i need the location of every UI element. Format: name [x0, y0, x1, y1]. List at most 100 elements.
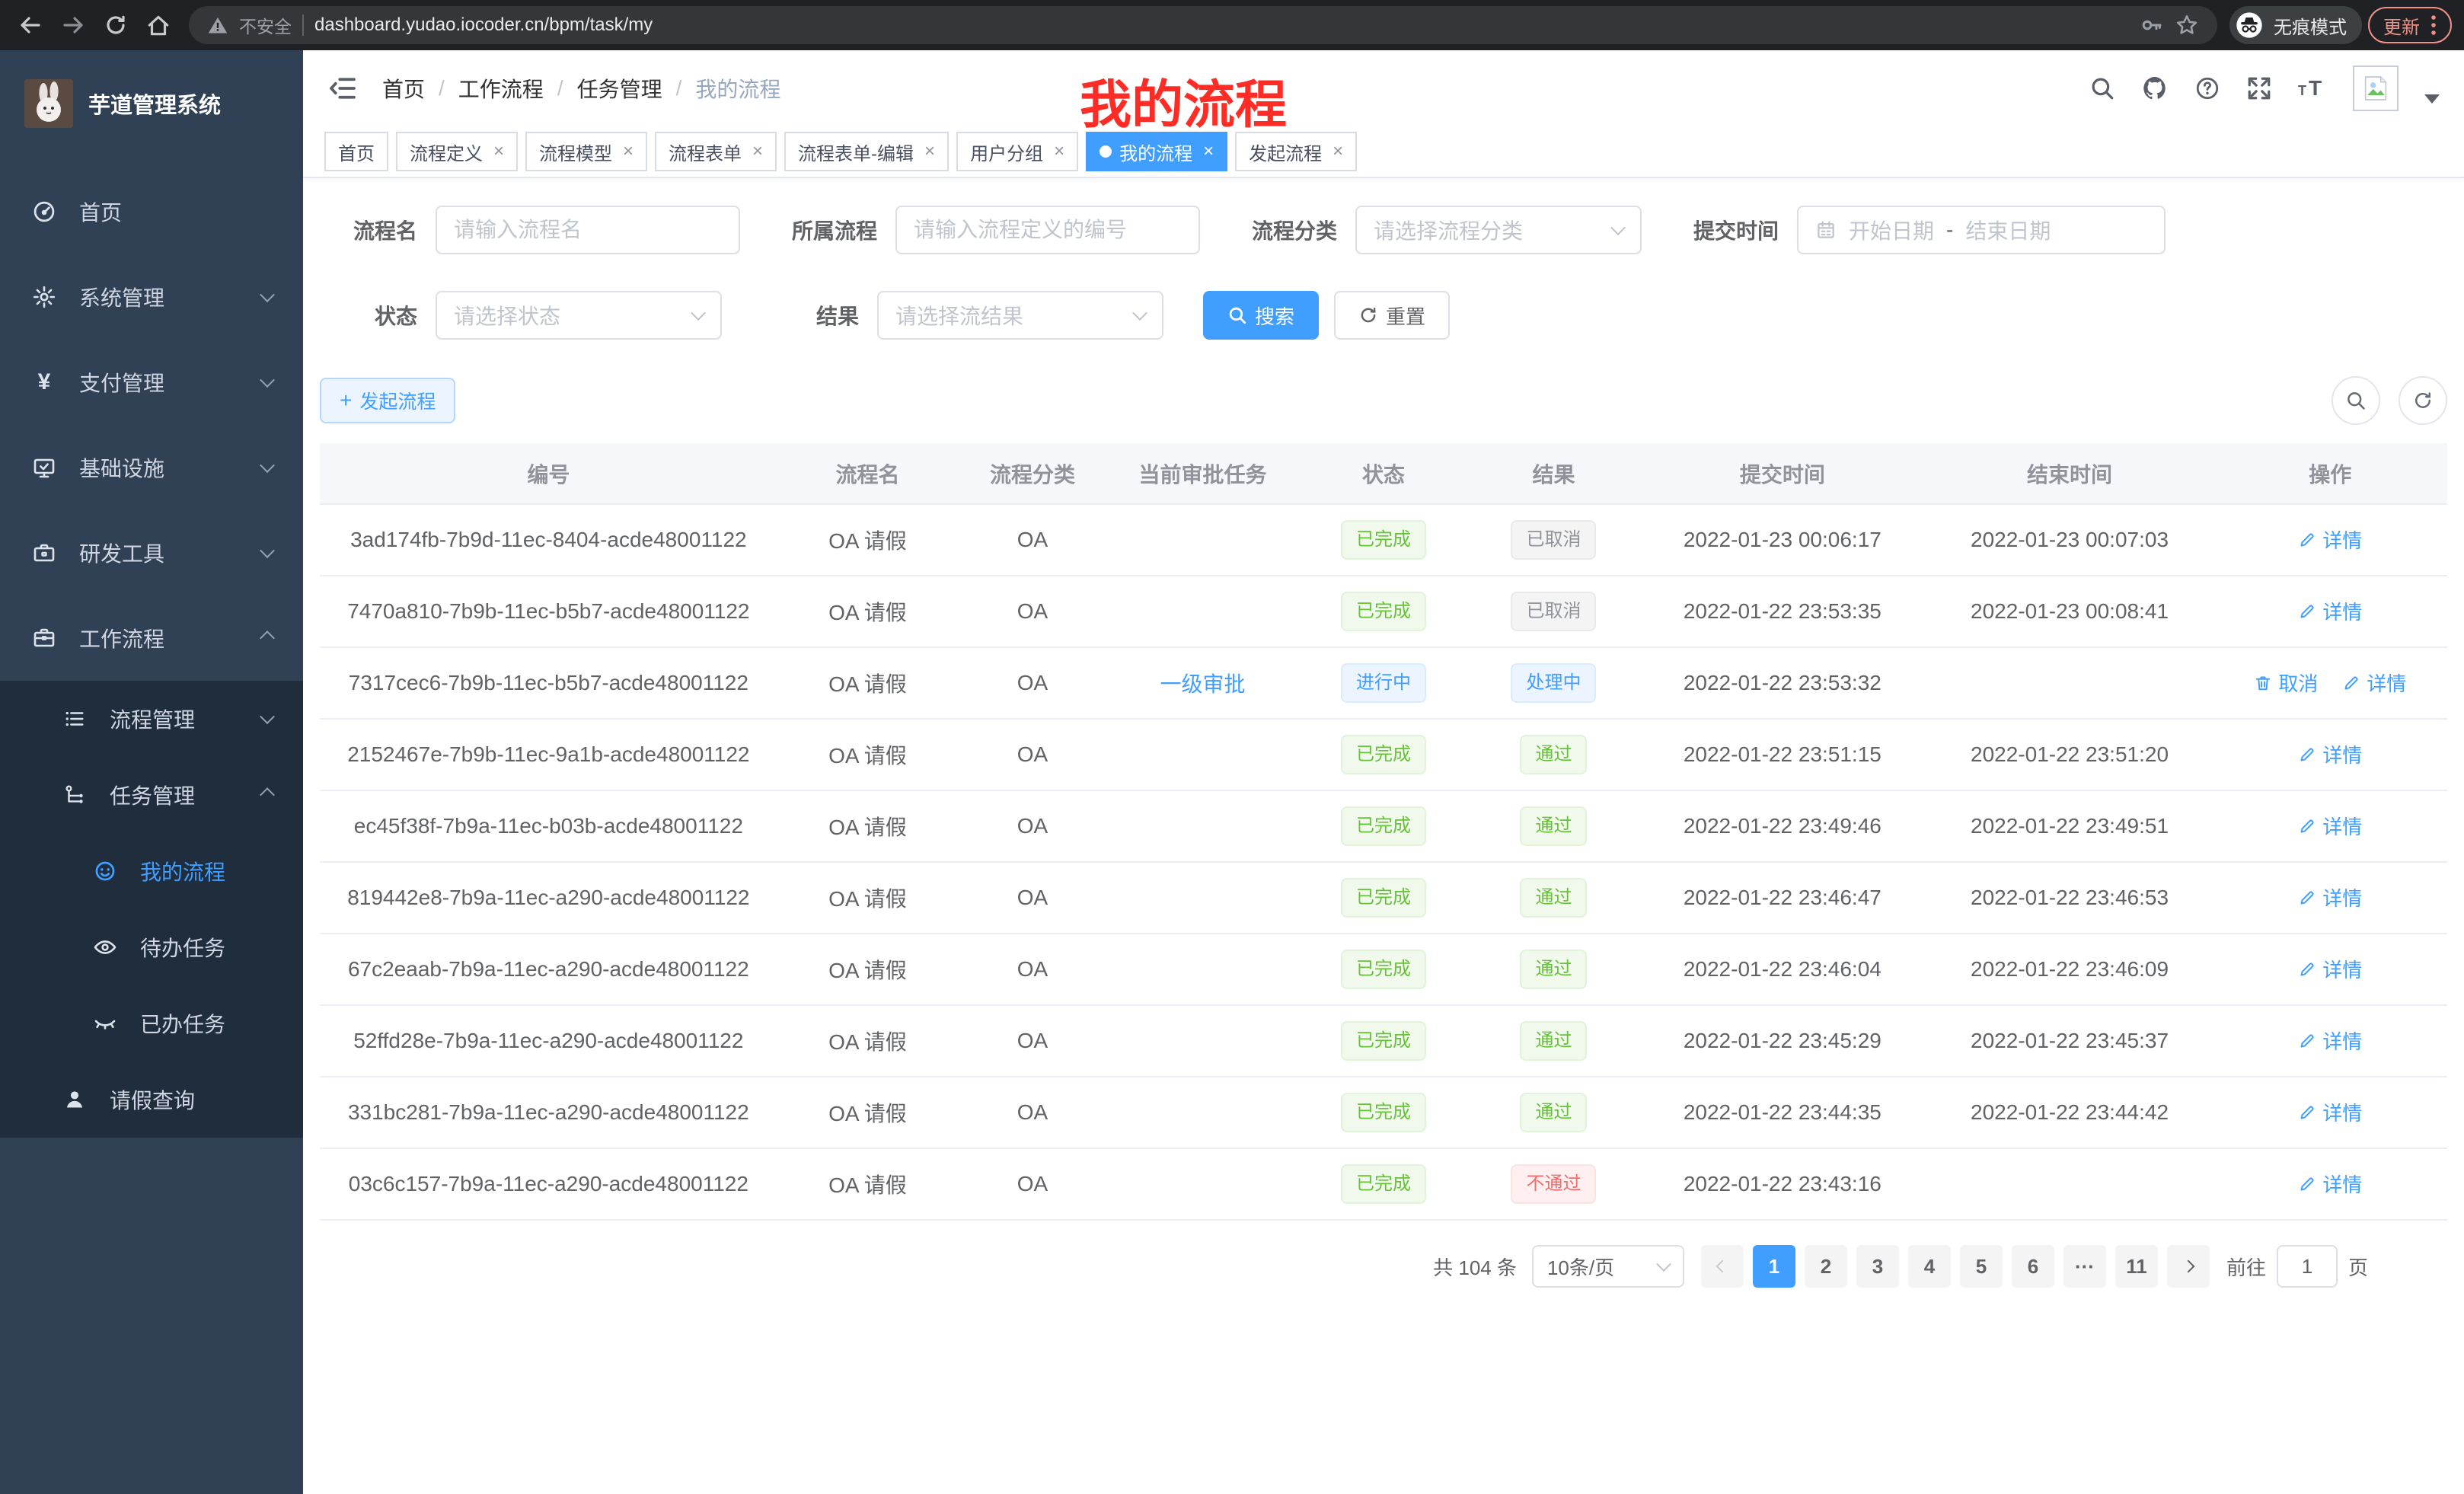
sidebar-item-todo-tasks[interactable]: 待办任务	[0, 909, 303, 985]
close-icon[interactable]: ×	[1203, 141, 1214, 162]
page-button-2[interactable]: 2	[1805, 1245, 1847, 1288]
cell-submit-time: 2022-01-23 00:06:17	[1639, 504, 1926, 576]
page-button-6[interactable]: 6	[2012, 1245, 2054, 1288]
breadcrumb-item[interactable]: 首页	[382, 73, 425, 104]
github-icon[interactable]	[2141, 75, 2169, 102]
close-icon[interactable]: ×	[623, 141, 634, 162]
col-header-result: 结果	[1469, 443, 1639, 504]
detail-link[interactable]: 详情	[2298, 812, 2362, 840]
filter-name: 流程名	[320, 206, 740, 254]
detail-link[interactable]: 详情	[2342, 669, 2406, 697]
sidebar-item-infra[interactable]: 基础设施	[0, 425, 303, 510]
browser-back-icon[interactable]	[12, 7, 49, 43]
page-button-5[interactable]: 5	[1960, 1245, 2003, 1288]
detail-link[interactable]: 详情	[2298, 1170, 2362, 1198]
breadcrumb-item[interactable]: 任务管理	[577, 73, 662, 104]
tab-label: 流程表单-编辑	[798, 139, 914, 165]
breadcrumb-item[interactable]: 工作流程	[458, 73, 544, 104]
tab-user-group[interactable]: 用户分组 ×	[956, 132, 1078, 171]
refresh-table-icon[interactable]	[2399, 376, 2447, 425]
pencil-icon	[2298, 1175, 2316, 1193]
cancel-link[interactable]: 取消	[2254, 669, 2318, 697]
tab-process-form-edit[interactable]: 流程表单-编辑 ×	[784, 132, 949, 171]
sidebar-item-workflow[interactable]: 工作流程	[0, 595, 303, 681]
detail-link[interactable]: 详情	[2298, 740, 2362, 768]
close-icon[interactable]: ×	[1333, 141, 1343, 162]
result-badge: 处理中	[1511, 663, 1596, 703]
sidebar-item-my-process[interactable]: 我的流程	[0, 833, 303, 909]
sidebar-item-process-mgmt[interactable]: 流程管理	[0, 681, 303, 757]
search-button[interactable]: 搜索	[1203, 291, 1319, 340]
sidebar-item-payment[interactable]: ¥ 支付管理	[0, 340, 303, 425]
sidebar-item-devtools[interactable]: 研发工具	[0, 510, 303, 595]
browser-forward-icon[interactable]	[55, 7, 91, 43]
key-icon[interactable]	[2140, 13, 2164, 37]
bookmark-star-icon[interactable]	[2175, 13, 2199, 37]
help-icon[interactable]	[2194, 75, 2220, 101]
hide-search-icon[interactable]	[2332, 376, 2380, 425]
cell-category: OA	[958, 576, 1107, 647]
address-bar[interactable]: 不安全 dashboard.yudao.iocoder.cn/bpm/task/…	[189, 6, 2217, 44]
detail-link[interactable]: 详情	[2298, 1026, 2362, 1055]
avatar-dropdown-caret-icon[interactable]	[2424, 94, 2440, 104]
reset-button[interactable]: 重置	[1334, 291, 1450, 340]
tab-process-definition[interactable]: 流程定义 ×	[396, 132, 518, 171]
date-range-picker[interactable]: 开始日期 - 结束日期	[1797, 206, 2166, 254]
update-button[interactable]: 更新	[2368, 7, 2452, 43]
browser-reload-icon[interactable]	[97, 7, 134, 43]
category-select[interactable]: 请选择流程分类	[1355, 206, 1642, 254]
fullscreen-icon[interactable]	[2246, 75, 2272, 101]
sidebar-item-task-mgmt[interactable]: 任务管理	[0, 757, 303, 833]
font-size-icon[interactable]: TT	[2298, 75, 2327, 101]
page-size-select[interactable]: 10条/页	[1532, 1245, 1684, 1288]
result-badge: 不通过	[1511, 1164, 1596, 1204]
goto-page-input[interactable]	[2277, 1245, 2338, 1288]
close-icon[interactable]: ×	[924, 141, 935, 162]
col-header-id: 编号	[320, 443, 777, 504]
security-label: 不安全	[239, 12, 292, 38]
cell-id: 03c6c157-7b9a-11ec-a290-acde48001122	[320, 1148, 777, 1220]
sidebar-item-leave-query[interactable]: 请假查询	[0, 1061, 303, 1138]
field-label: 提交时间	[1660, 215, 1797, 245]
app-logo[interactable]: 芋道管理系统	[0, 50, 303, 142]
status-badge: 已完成	[1341, 878, 1426, 918]
search-icon[interactable]	[2089, 75, 2115, 101]
avatar[interactable]	[2353, 65, 2399, 111]
page-button-4[interactable]: 4	[1908, 1245, 1951, 1288]
status-select[interactable]: 请选择状态	[436, 291, 722, 340]
more-pages-button[interactable]: ···	[2063, 1245, 2106, 1288]
current-task-link[interactable]: 一级审批	[1160, 668, 1245, 698]
close-icon[interactable]: ×	[752, 141, 763, 162]
browser-menu-dots-icon[interactable]	[2430, 14, 2437, 36]
process-name-input[interactable]	[454, 218, 722, 242]
sidebar-item-home[interactable]: 首页	[0, 169, 303, 254]
next-page-button[interactable]	[2167, 1245, 2210, 1288]
process-definition-input[interactable]	[914, 218, 1182, 242]
detail-link[interactable]: 详情	[2298, 525, 2362, 554]
table-row: 7470a810-7b9b-11ec-b5b7-acde48001122 OA …	[320, 576, 2447, 647]
chevron-left-icon	[1716, 1260, 1728, 1273]
detail-link[interactable]: 详情	[2298, 955, 2362, 983]
filter-definition: 所属流程	[758, 206, 1200, 254]
tab-home[interactable]: 首页	[324, 132, 388, 171]
close-icon[interactable]: ×	[493, 141, 504, 162]
prev-page-button[interactable]	[1701, 1245, 1744, 1288]
sidebar-item-system[interactable]: 系统管理	[0, 254, 303, 340]
fold-sidebar-icon[interactable]	[327, 73, 358, 104]
detail-link[interactable]: 详情	[2298, 883, 2362, 911]
start-process-button[interactable]: + 发起流程	[320, 378, 455, 423]
sidebar-item-done-tasks[interactable]: 已办任务	[0, 985, 303, 1061]
cell-category: OA	[958, 647, 1107, 719]
detail-link[interactable]: 详情	[2298, 597, 2362, 625]
close-icon[interactable]: ×	[1054, 141, 1064, 162]
browser-home-icon[interactable]	[140, 7, 177, 43]
tab-process-model[interactable]: 流程模型 ×	[525, 132, 647, 171]
page-button-1[interactable]: 1	[1753, 1245, 1795, 1288]
detail-link[interactable]: 详情	[2298, 1098, 2362, 1126]
page-button-11[interactable]: 11	[2115, 1245, 2158, 1288]
select-placeholder: 请选择状态	[454, 300, 560, 330]
tab-process-form[interactable]: 流程表单 ×	[655, 132, 777, 171]
page-button-3[interactable]: 3	[1856, 1245, 1899, 1288]
table-row: 3ad174fb-7b9d-11ec-8404-acde48001122 OA …	[320, 504, 2447, 576]
result-select[interactable]: 请选择流结果	[877, 291, 1163, 340]
